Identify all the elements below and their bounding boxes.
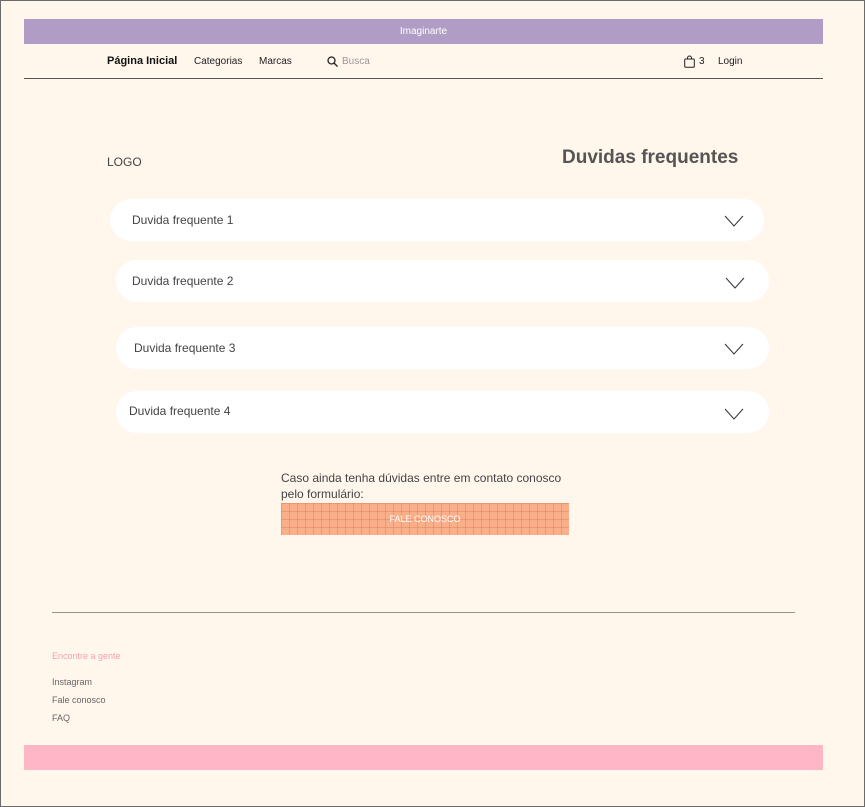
brand-bar-text: Imaginarte <box>399 26 448 37</box>
chevron-down-icon[interactable] <box>725 277 745 289</box>
footer-link-instagram[interactable]: Instagram <box>52 677 92 687</box>
footer-link-faq[interactable]: FAQ <box>52 713 70 723</box>
chevron-down-icon[interactable] <box>724 408 744 420</box>
faq-question: Duvida frequente 4 <box>129 404 231 418</box>
nav-home-link[interactable]: Página Inicial <box>107 55 177 67</box>
footer-divider <box>52 612 795 613</box>
nav-brands-link[interactable]: Marcas <box>259 56 292 67</box>
faq-question: Duvida frequente 1 <box>132 213 234 227</box>
faq-item-2[interactable]: Duvida frequente 2 <box>116 260 769 302</box>
footer-heading: Encontre a gente <box>52 651 121 661</box>
logo-placeholder: LOGO <box>107 155 142 169</box>
login-link[interactable]: Login <box>718 56 742 67</box>
contact-us-button[interactable]: FALE CONOSCO <box>281 503 569 535</box>
search-input[interactable] <box>342 53 462 69</box>
faq-item-4[interactable]: Duvida frequente 4 <box>116 391 769 433</box>
faq-item-3[interactable]: Duvida frequente 3 <box>116 327 769 369</box>
faq-question: Duvida frequente 2 <box>132 274 234 288</box>
faq-question: Duvida frequente 3 <box>134 341 236 355</box>
contact-prompt-text: Caso ainda tenha dúvidas entre em contat… <box>281 471 562 501</box>
faq-item-1[interactable]: Duvida frequente 1 <box>110 199 764 241</box>
navigation-bar: Página Inicial Categorias Marcas 3 Login <box>24 44 823 79</box>
page-title: Duvidas frequentes <box>562 147 739 168</box>
search-icon[interactable] <box>327 56 338 67</box>
nav-categories-link[interactable]: Categorias <box>194 56 242 67</box>
chevron-down-icon[interactable] <box>724 215 744 227</box>
footer-link-contact[interactable]: Fale conosco <box>52 695 106 705</box>
footer-bar <box>24 745 823 770</box>
shopping-bag-icon[interactable] <box>684 55 695 68</box>
cart-count: 3 <box>699 56 705 67</box>
brand-bar: Imaginarte <box>24 19 823 44</box>
chevron-down-icon[interactable] <box>724 343 744 355</box>
